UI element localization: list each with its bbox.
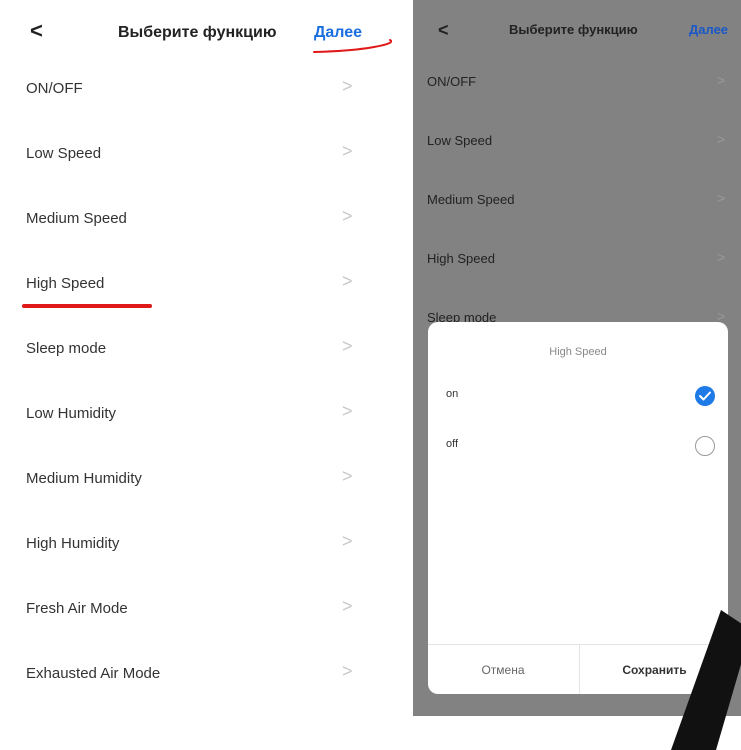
function-label: Low Speed — [26, 145, 102, 162]
option-label: on — [446, 388, 459, 400]
function-label: Sleep mode — [26, 340, 107, 357]
unchecked-radio-icon[interactable] — [695, 436, 715, 456]
function-row-exhausted-air-mode[interactable]: Exhausted Air Mode > — [0, 641, 392, 706]
function-label: ON/OFF — [427, 74, 477, 89]
chevron-right-icon: > — [342, 596, 353, 616]
function-label: High Humidity — [26, 535, 120, 552]
chevron-right-icon: > — [717, 249, 726, 265]
chevron-right-icon: > — [342, 271, 353, 291]
function-row-low-humidity[interactable]: Low Humidity > — [0, 381, 392, 446]
function-row-medium-speed[interactable]: Medium Speed > — [0, 186, 392, 251]
back-button[interactable]: < — [438, 20, 449, 41]
function-row-medium-humidity[interactable]: Medium Humidity > — [0, 446, 392, 511]
chevron-right-icon: > — [717, 72, 726, 88]
chevron-right-icon: > — [342, 531, 353, 551]
cancel-button[interactable]: Отмена — [428, 645, 578, 694]
chevron-right-icon: > — [342, 661, 353, 681]
function-row-high-humidity[interactable]: High Humidity > — [0, 511, 392, 576]
chevron-right-icon: > — [342, 76, 353, 96]
function-label: ON/OFF — [26, 80, 83, 97]
function-label: Fresh Air Mode — [26, 600, 128, 617]
watermark-mark — [671, 610, 741, 750]
page-title: Выберите функцию — [118, 24, 277, 41]
function-label: Low Speed — [427, 133, 493, 148]
next-button[interactable]: Далее — [689, 22, 728, 37]
chevron-right-icon: > — [342, 141, 353, 161]
option-off[interactable]: off — [428, 428, 728, 464]
function-label: Medium Humidity — [26, 470, 142, 487]
function-label: Medium Speed — [26, 210, 127, 227]
chevron-right-icon: > — [342, 466, 353, 486]
function-label: High Speed — [26, 275, 105, 292]
function-row-sleep-mode[interactable]: Sleep mode > — [0, 316, 392, 381]
chevron-right-icon: > — [717, 190, 726, 206]
left-screen: < Выберите функцию Далее ON/OFF > Low Sp… — [0, 0, 392, 716]
function-label: High Speed — [427, 251, 495, 266]
function-row-high-speed[interactable]: High Speed > — [413, 229, 741, 288]
function-row-medium-speed[interactable]: Medium Speed > — [413, 170, 741, 229]
annotation-underline-high-speed — [22, 304, 152, 308]
function-label: Exhausted Air Mode — [26, 665, 161, 682]
checked-radio-icon[interactable] — [695, 386, 715, 406]
function-label: Low Humidity — [26, 405, 117, 422]
chevron-right-icon: > — [342, 206, 353, 226]
function-row-low-speed[interactable]: Low Speed > — [0, 121, 392, 186]
function-row-on-off[interactable]: ON/OFF > — [413, 52, 741, 111]
function-row-on-off[interactable]: ON/OFF > — [0, 56, 392, 121]
chevron-right-icon: > — [717, 131, 726, 147]
dialog-title: High Speed — [549, 346, 607, 358]
function-list: ON/OFF > Low Speed > Medium Speed > High… — [0, 56, 392, 706]
header: < Выберите функцию Далее — [413, 0, 741, 60]
annotation-underline-next — [313, 39, 392, 53]
option-on[interactable]: on — [428, 378, 728, 414]
page-title: Выберите функцию — [509, 22, 638, 37]
function-label: Medium Speed — [427, 192, 515, 207]
chevron-right-icon: > — [342, 401, 353, 421]
function-row-fresh-air-mode[interactable]: Fresh Air Mode > — [0, 576, 392, 641]
function-row-low-speed[interactable]: Low Speed > — [413, 111, 741, 170]
function-list: ON/OFF > Low Speed > Medium Speed > High… — [413, 52, 741, 347]
back-button[interactable]: < — [30, 18, 43, 44]
option-label: off — [446, 438, 459, 450]
chevron-right-icon: > — [342, 336, 353, 356]
